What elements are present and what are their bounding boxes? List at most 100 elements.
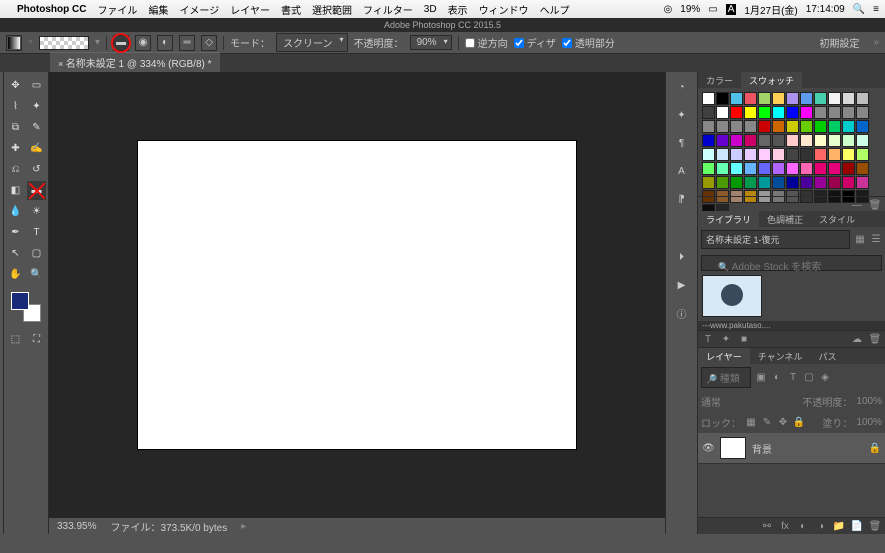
swatch[interactable] [856, 106, 869, 119]
swatch[interactable] [702, 134, 715, 147]
quickmask-tool[interactable]: ⬚ [6, 330, 25, 349]
lib-cloud-icon[interactable]: ☁ [851, 333, 863, 345]
lock-all-icon[interactable]: 🔒 [793, 417, 805, 429]
workspace-preset[interactable]: 初期設定 [819, 35, 859, 50]
reflected-gradient-btn[interactable]: ═ [179, 35, 195, 51]
canvas-viewport[interactable] [49, 72, 665, 518]
swatch[interactable] [716, 134, 729, 147]
menu-3d[interactable]: 3D [424, 4, 437, 15]
stock-search[interactable]: 🔍 Adobe Stock を検索 [701, 255, 882, 271]
swatch[interactable] [702, 106, 715, 119]
transparency-checkbox[interactable]: 透明部分 [562, 35, 615, 50]
fill-value[interactable]: 100% [856, 417, 882, 428]
swatch[interactable] [814, 162, 827, 175]
menu-view[interactable]: 表示 [448, 2, 468, 17]
tab-paths[interactable]: パス [810, 348, 844, 364]
type-tool[interactable]: T [27, 223, 46, 242]
tab-libraries[interactable]: ライブラリ [698, 211, 759, 227]
swatch[interactable] [730, 148, 743, 161]
swatch[interactable] [744, 148, 757, 161]
swatch[interactable] [856, 92, 869, 105]
filter-pixel-icon[interactable]: ▣ [755, 372, 767, 384]
menu-type[interactable]: 書式 [281, 2, 301, 17]
swatch[interactable] [856, 162, 869, 175]
swatch[interactable] [800, 176, 813, 189]
swatch[interactable] [758, 134, 771, 147]
swatch[interactable] [800, 92, 813, 105]
tab-adjustments[interactable]: 色調補正 [759, 211, 811, 227]
layer-thumbnail[interactable] [720, 437, 746, 459]
zoom-tool[interactable]: 🔍 [27, 265, 46, 284]
wifi-icon[interactable]: ◎ [664, 4, 673, 15]
stamp-tool[interactable]: ⎌ [6, 160, 25, 179]
swatch[interactable] [828, 106, 841, 119]
mask-icon[interactable]: ◐ [797, 520, 809, 532]
dodge-tool[interactable]: ☀ [27, 202, 46, 221]
lib-fx-icon[interactable]: ✦ [720, 333, 732, 345]
swatch[interactable] [800, 134, 813, 147]
swatch[interactable] [814, 134, 827, 147]
foreground-color[interactable] [11, 292, 29, 310]
dock-paragraph-icon[interactable]: ¶ [673, 134, 691, 152]
lock-trans-icon[interactable]: ▦ [745, 417, 757, 429]
menu-help[interactable]: ヘルプ [540, 2, 570, 17]
tab-layers[interactable]: レイヤー [698, 348, 750, 364]
swatch[interactable] [828, 148, 841, 161]
dock-info-icon[interactable]: ⓘ [673, 304, 691, 322]
library-thumbnail[interactable] [702, 275, 762, 317]
app-name[interactable]: Photoshop CC [17, 4, 86, 15]
radial-gradient-btn[interactable]: ◉ [135, 35, 151, 51]
menu-window[interactable]: ウィンドウ [479, 2, 529, 17]
dock-character-icon[interactable]: A [673, 162, 691, 180]
swatch[interactable] [702, 148, 715, 161]
dither-checkbox[interactable]: ディザ [514, 35, 556, 50]
move-tool[interactable]: ✥ [6, 76, 25, 95]
swatch[interactable] [758, 148, 771, 161]
menu-select[interactable]: 選択範囲 [312, 2, 352, 17]
lock-pixel-icon[interactable]: ✎ [761, 417, 773, 429]
swatch[interactable] [772, 134, 785, 147]
chevron-icon[interactable]: » [873, 37, 879, 48]
minimize-icon[interactable]: — [851, 199, 863, 211]
document-canvas[interactable] [138, 141, 576, 449]
swatch[interactable] [842, 120, 855, 133]
history-brush-tool[interactable]: ↺ [27, 160, 46, 179]
menu-icon[interactable]: ≡ [873, 4, 879, 15]
swatch[interactable] [842, 148, 855, 161]
menu-edit[interactable]: 編集 [148, 2, 168, 17]
swatch[interactable] [744, 120, 757, 133]
swatch[interactable] [702, 120, 715, 133]
swatch[interactable] [814, 148, 827, 161]
swatch[interactable] [856, 148, 869, 161]
swatch[interactable] [730, 134, 743, 147]
swatch[interactable] [842, 106, 855, 119]
tab-channels[interactable]: チャンネル [750, 348, 811, 364]
swatch[interactable] [786, 176, 799, 189]
swatch[interactable] [856, 120, 869, 133]
opacity-dropdown[interactable]: 90% [410, 35, 452, 50]
ime-icon[interactable]: A [726, 4, 737, 15]
pen-tool[interactable]: ✒ [6, 223, 25, 242]
magic-wand-tool[interactable]: ✦ [27, 97, 46, 116]
adjustment-icon[interactable]: ◑ [815, 520, 827, 532]
swatch[interactable] [828, 120, 841, 133]
angle-gradient-btn[interactable]: ◐ [157, 35, 173, 51]
lib-color-icon[interactable]: ■ [738, 333, 750, 345]
swatch[interactable] [702, 162, 715, 175]
path-tool[interactable]: ↖ [6, 244, 25, 263]
menu-image[interactable]: イメージ [179, 2, 219, 17]
swatch[interactable] [744, 106, 757, 119]
swatch[interactable] [744, 176, 757, 189]
screenmode-tool[interactable]: ⛶ [27, 330, 46, 349]
visibility-icon[interactable]: 👁 [702, 443, 714, 454]
grid-view-icon[interactable]: ▦ [854, 234, 866, 246]
lib-add-icon[interactable]: T [702, 333, 714, 345]
diamond-gradient-btn[interactable]: ◇ [201, 35, 217, 51]
link-icon[interactable]: ⚯ [761, 520, 773, 532]
blend-mode-dropdown[interactable]: スクリーン [276, 33, 348, 52]
layer-filter-dropdown[interactable]: 🔎 種類 [701, 367, 751, 388]
swatch[interactable] [786, 134, 799, 147]
gradient-tool[interactable]: ▬ [27, 181, 46, 200]
swatch[interactable] [758, 92, 771, 105]
swatch[interactable] [730, 120, 743, 133]
